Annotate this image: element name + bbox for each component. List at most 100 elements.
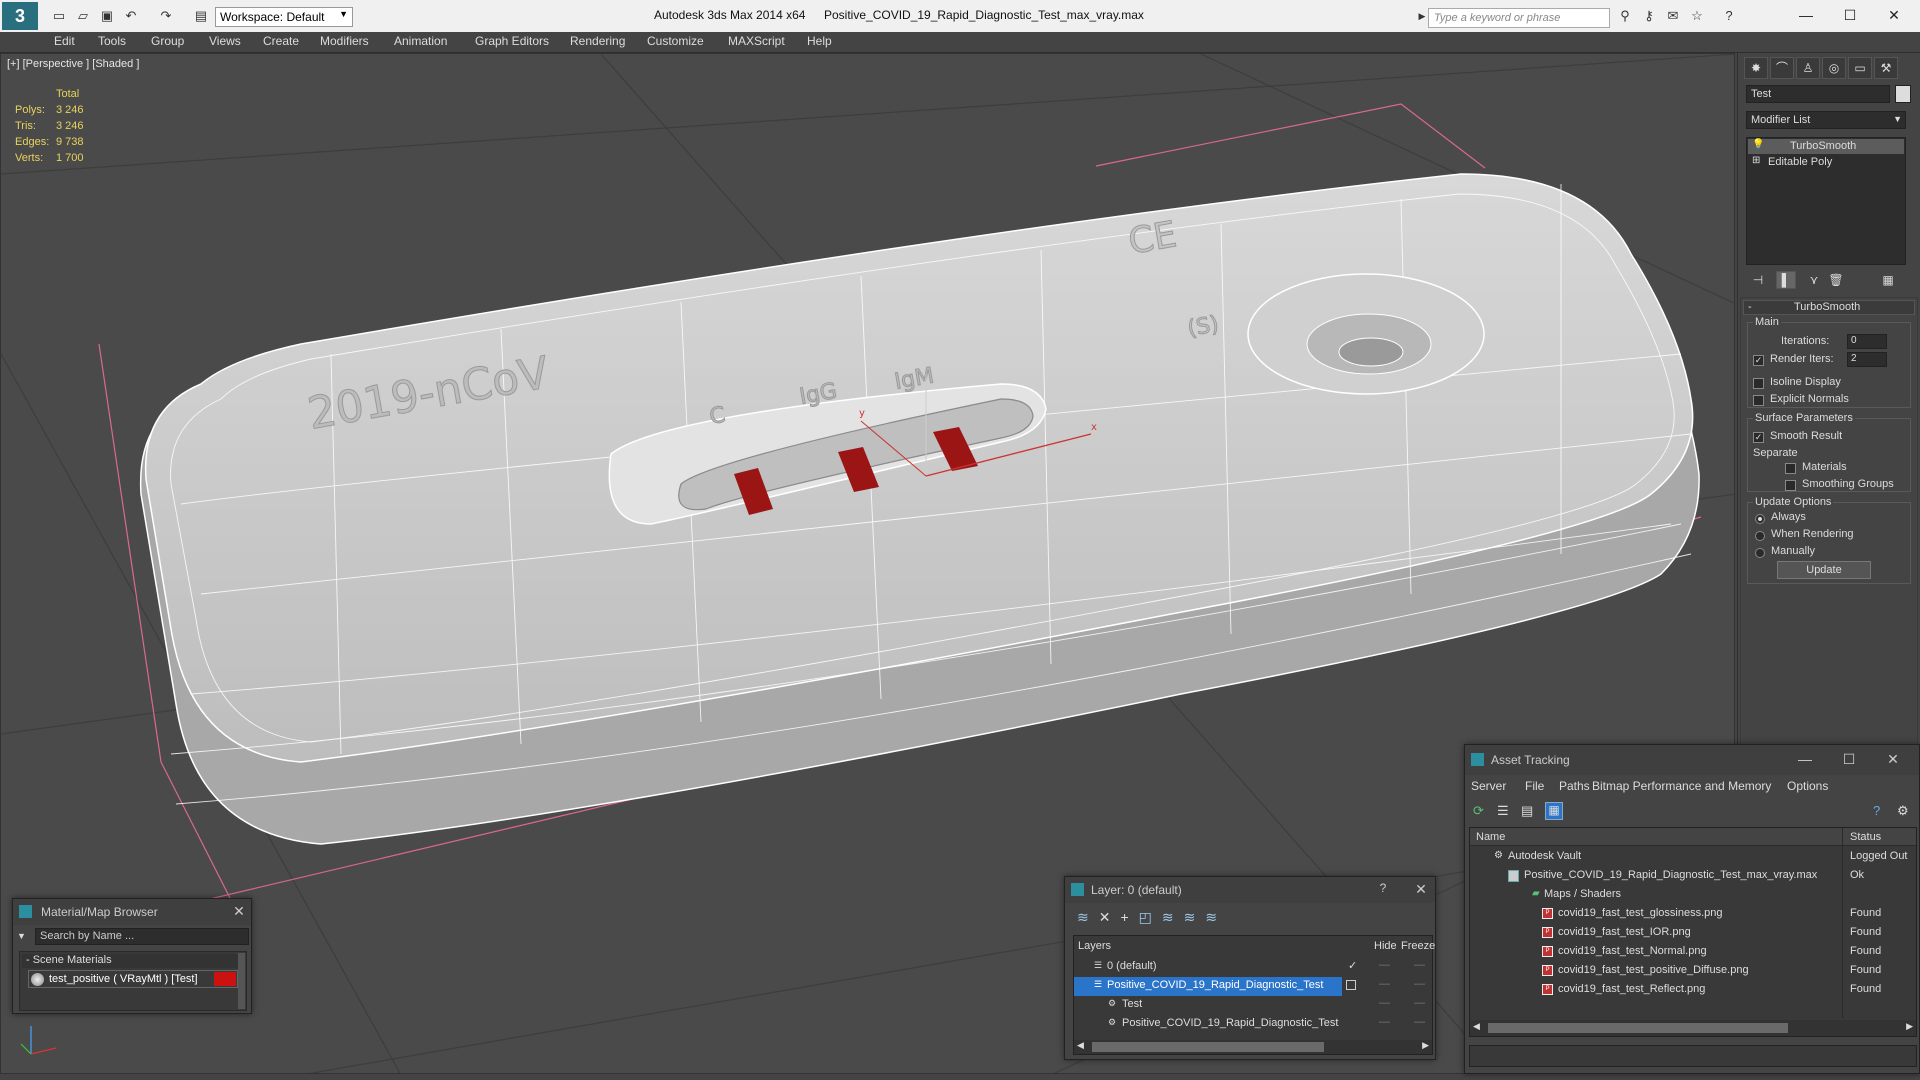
- redo-icon[interactable]: ↷: [155, 5, 177, 27]
- configure-sets-icon[interactable]: ▦: [1878, 271, 1898, 289]
- delete-layer-icon[interactable]: ✕: [1099, 909, 1121, 925]
- asset-horizontal-scrollbar[interactable]: ◀ ▶: [1470, 1020, 1916, 1036]
- maximize-icon[interactable]: ☐: [1830, 4, 1870, 26]
- project-folder-icon[interactable]: ▤: [190, 5, 212, 27]
- freeze-toggle[interactable]: —: [1414, 1016, 1425, 1028]
- layer-object-row[interactable]: ⚙ Positive_COVID_19_Rapid_Diagnostic_Tes…: [1074, 1015, 1432, 1034]
- explicit-normals-checkbox[interactable]: [1753, 395, 1764, 406]
- material-search-input[interactable]: Search by Name ...: [35, 928, 249, 945]
- tree-view-icon[interactable]: ▤: [1521, 803, 1537, 819]
- stack-item-editable-poly[interactable]: ⊞ Editable Poly: [1748, 155, 1904, 170]
- scroll-thumb[interactable]: [1092, 1042, 1324, 1052]
- modifier-list-dropdown[interactable]: Modifier List ▼: [1746, 111, 1906, 129]
- material-item-test-positive[interactable]: test_positive ( VRayMtl ) [Test]: [28, 970, 238, 988]
- freeze-toggle[interactable]: —: [1414, 997, 1425, 1009]
- hide-column-header[interactable]: Hide: [1374, 940, 1397, 952]
- add-layer-icon[interactable]: ≋: [1077, 909, 1099, 925]
- close-icon[interactable]: ✕: [229, 903, 249, 921]
- smooth-result-checkbox[interactable]: ✓: [1753, 432, 1764, 443]
- menu-tools[interactable]: Tools: [98, 34, 126, 48]
- utilities-tab-icon[interactable]: ⚒: [1874, 57, 1898, 79]
- render-iters-spinner[interactable]: 2: [1847, 352, 1887, 367]
- save-icon[interactable]: ▣: [96, 5, 118, 27]
- scroll-left-icon[interactable]: ◀: [1077, 1040, 1084, 1051]
- scroll-right-icon[interactable]: ▶: [1422, 1040, 1429, 1051]
- hide-toggle[interactable]: —: [1379, 978, 1390, 990]
- set-active-checkbox[interactable]: [1346, 980, 1356, 990]
- display-tab-icon[interactable]: ▭: [1848, 57, 1872, 79]
- make-unique-icon[interactable]: ⋎: [1804, 271, 1824, 289]
- asset-menu-paths[interactable]: Paths: [1559, 779, 1590, 793]
- expand-plus-icon[interactable]: ⊞: [1752, 155, 1760, 166]
- object-color-swatch[interactable]: [1895, 85, 1911, 103]
- asset-row-bitmap[interactable]: P covid19_fast_test_glossiness.png Found: [1470, 905, 1916, 924]
- layer-horizontal-scrollbar[interactable]: ◀ ▶: [1074, 1040, 1432, 1054]
- asset-row-scene-file[interactable]: Positive_COVID_19_Rapid_Diagnostic_Test_…: [1470, 867, 1916, 886]
- asset-menu-options[interactable]: Options: [1787, 779, 1828, 793]
- status-column-header[interactable]: Status: [1850, 831, 1881, 843]
- app-logo-icon[interactable]: 3: [2, 2, 38, 30]
- hide-all-icon[interactable]: ≋: [1184, 909, 1206, 925]
- name-column-header[interactable]: Name: [1476, 831, 1505, 843]
- help-icon[interactable]: ?: [1373, 881, 1393, 899]
- motion-tab-icon[interactable]: ◎: [1822, 57, 1846, 79]
- materials-checkbox[interactable]: [1785, 463, 1796, 474]
- stack-item-turbosmooth[interactable]: 💡 TurboSmooth: [1748, 139, 1904, 154]
- freeze-toggle[interactable]: —: [1414, 959, 1425, 971]
- asset-tracking-title-bar[interactable]: Asset Tracking — ☐ ✕: [1465, 745, 1919, 775]
- asset-menu-file[interactable]: File: [1525, 779, 1544, 793]
- asset-row-bitmap[interactable]: P covid19_fast_test_positive_Diffuse.png…: [1470, 962, 1916, 981]
- always-radio[interactable]: [1755, 514, 1765, 524]
- hide-toggle[interactable]: —: [1379, 997, 1390, 1009]
- scroll-left-icon[interactable]: ◀: [1473, 1021, 1480, 1032]
- menu-maxscript[interactable]: MAXScript: [728, 34, 785, 48]
- pin-stack-icon[interactable]: ⊣: [1748, 271, 1768, 289]
- menu-modifiers[interactable]: Modifiers: [320, 34, 369, 48]
- freeze-column-header[interactable]: Freeze: [1401, 940, 1435, 952]
- menu-rendering[interactable]: Rendering: [570, 34, 625, 48]
- table-view-icon[interactable]: ▦: [1545, 802, 1563, 820]
- layer-object-row[interactable]: ⚙ Test — —: [1074, 996, 1432, 1015]
- asset-row-bitmap[interactable]: P covid19_fast_test_Reflect.png Found: [1470, 981, 1916, 1000]
- select-objects-icon[interactable]: ◰: [1139, 909, 1162, 925]
- menu-edit[interactable]: Edit: [54, 34, 75, 48]
- chevron-down-icon[interactable]: ▼: [17, 931, 26, 941]
- layer-window-title-bar[interactable]: Layer: 0 (default) ? ✕: [1065, 877, 1435, 903]
- object-name-field[interactable]: Test: [1746, 85, 1890, 103]
- asset-menu-bitmap-performance[interactable]: Bitmap Performance and Memory: [1592, 779, 1771, 793]
- search-input[interactable]: Type a keyword or phrase: [1428, 8, 1610, 28]
- lightbulb-icon[interactable]: 💡: [1752, 139, 1764, 150]
- refresh-icon[interactable]: ⟳: [1473, 803, 1489, 819]
- viewport-label[interactable]: [+] [Perspective ] [Shaded ]: [7, 58, 139, 70]
- rollout-header[interactable]: - TurboSmooth: [1743, 300, 1915, 315]
- help-icon[interactable]: ?: [1718, 5, 1740, 27]
- maximize-icon[interactable]: ☐: [1839, 751, 1859, 769]
- close-icon[interactable]: ✕: [1411, 881, 1431, 899]
- smoothing-groups-checkbox[interactable]: [1785, 480, 1796, 491]
- menu-create[interactable]: Create: [263, 34, 299, 48]
- layer-row-selected[interactable]: ☰ Positive_COVID_19_Rapid_Diagnostic_Tes…: [1074, 977, 1342, 996]
- key-icon[interactable]: ⚷: [1638, 5, 1660, 27]
- asset-path-field[interactable]: [1469, 1045, 1917, 1067]
- update-button[interactable]: Update: [1777, 561, 1871, 579]
- favorites-star-icon[interactable]: ☆: [1686, 5, 1708, 27]
- minimize-icon[interactable]: —: [1795, 751, 1815, 769]
- binoculars-icon[interactable]: ⚲: [1614, 5, 1636, 27]
- asset-row-bitmap[interactable]: P covid19_fast_test_IOR.png Found: [1470, 924, 1916, 943]
- hide-toggle[interactable]: —: [1379, 1016, 1390, 1028]
- menu-views[interactable]: Views: [209, 34, 241, 48]
- freeze-toggle[interactable]: —: [1414, 978, 1425, 990]
- communication-center-icon[interactable]: ✉: [1662, 5, 1684, 27]
- asset-menu-server[interactable]: Server: [1471, 779, 1506, 793]
- asset-row-bitmap[interactable]: P covid19_fast_test_Normal.png Found: [1470, 943, 1916, 962]
- scroll-right-icon[interactable]: ▶: [1906, 1021, 1913, 1032]
- add-to-layer-icon[interactable]: +: [1120, 909, 1138, 925]
- highlight-layer-icon[interactable]: ≋: [1162, 909, 1184, 925]
- active-layer-check-icon[interactable]: ✓: [1348, 959, 1357, 972]
- search-expand-icon[interactable]: ▶: [1416, 5, 1428, 27]
- close-icon[interactable]: ✕: [1883, 751, 1903, 769]
- remove-modifier-icon[interactable]: 🗑: [1826, 271, 1846, 289]
- hide-toggle[interactable]: —: [1379, 959, 1390, 971]
- when-rendering-radio[interactable]: [1755, 531, 1765, 541]
- material-list-scrollbar[interactable]: [238, 953, 245, 1009]
